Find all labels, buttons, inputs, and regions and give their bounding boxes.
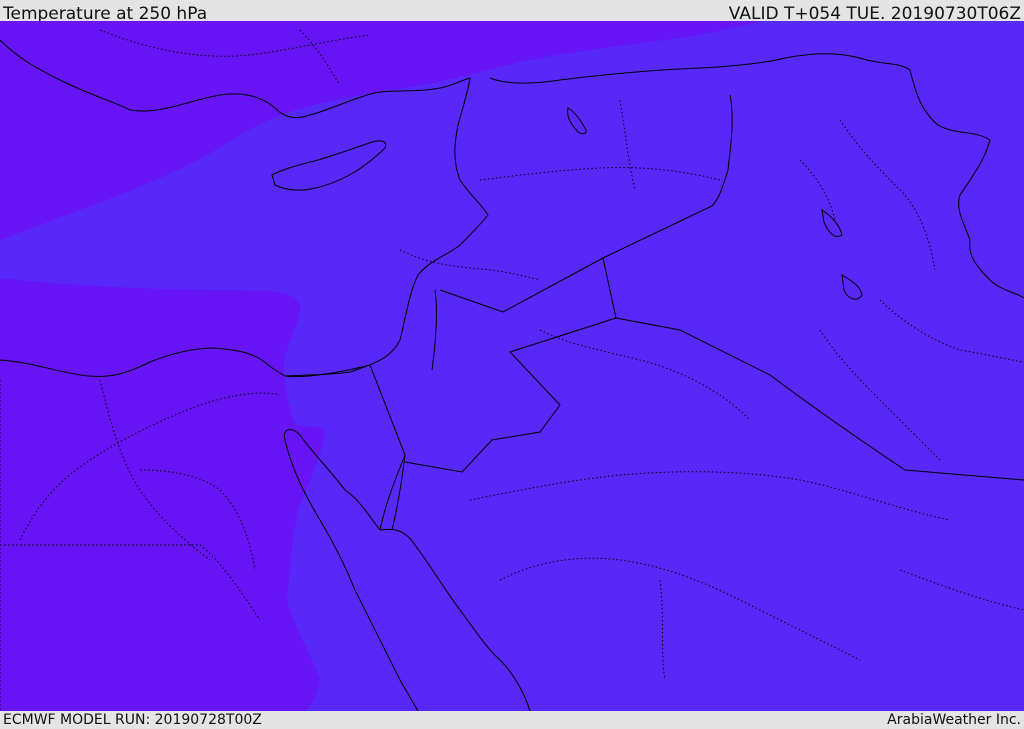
footer-bar: ECMWF MODEL RUN: 20190728T00Z ArabiaWeat…	[0, 711, 1024, 729]
header-bar: Temperature at 250 hPa VALID T+054 TUE. …	[0, 0, 1024, 24]
temperature-field-cold-south	[0, 278, 325, 711]
temperature-map	[0, 21, 1024, 711]
model-run-label: ECMWF MODEL RUN: 20190728T00Z	[3, 712, 262, 728]
map-area	[0, 21, 1024, 711]
credit-label: ArabiaWeather Inc.	[887, 712, 1021, 728]
